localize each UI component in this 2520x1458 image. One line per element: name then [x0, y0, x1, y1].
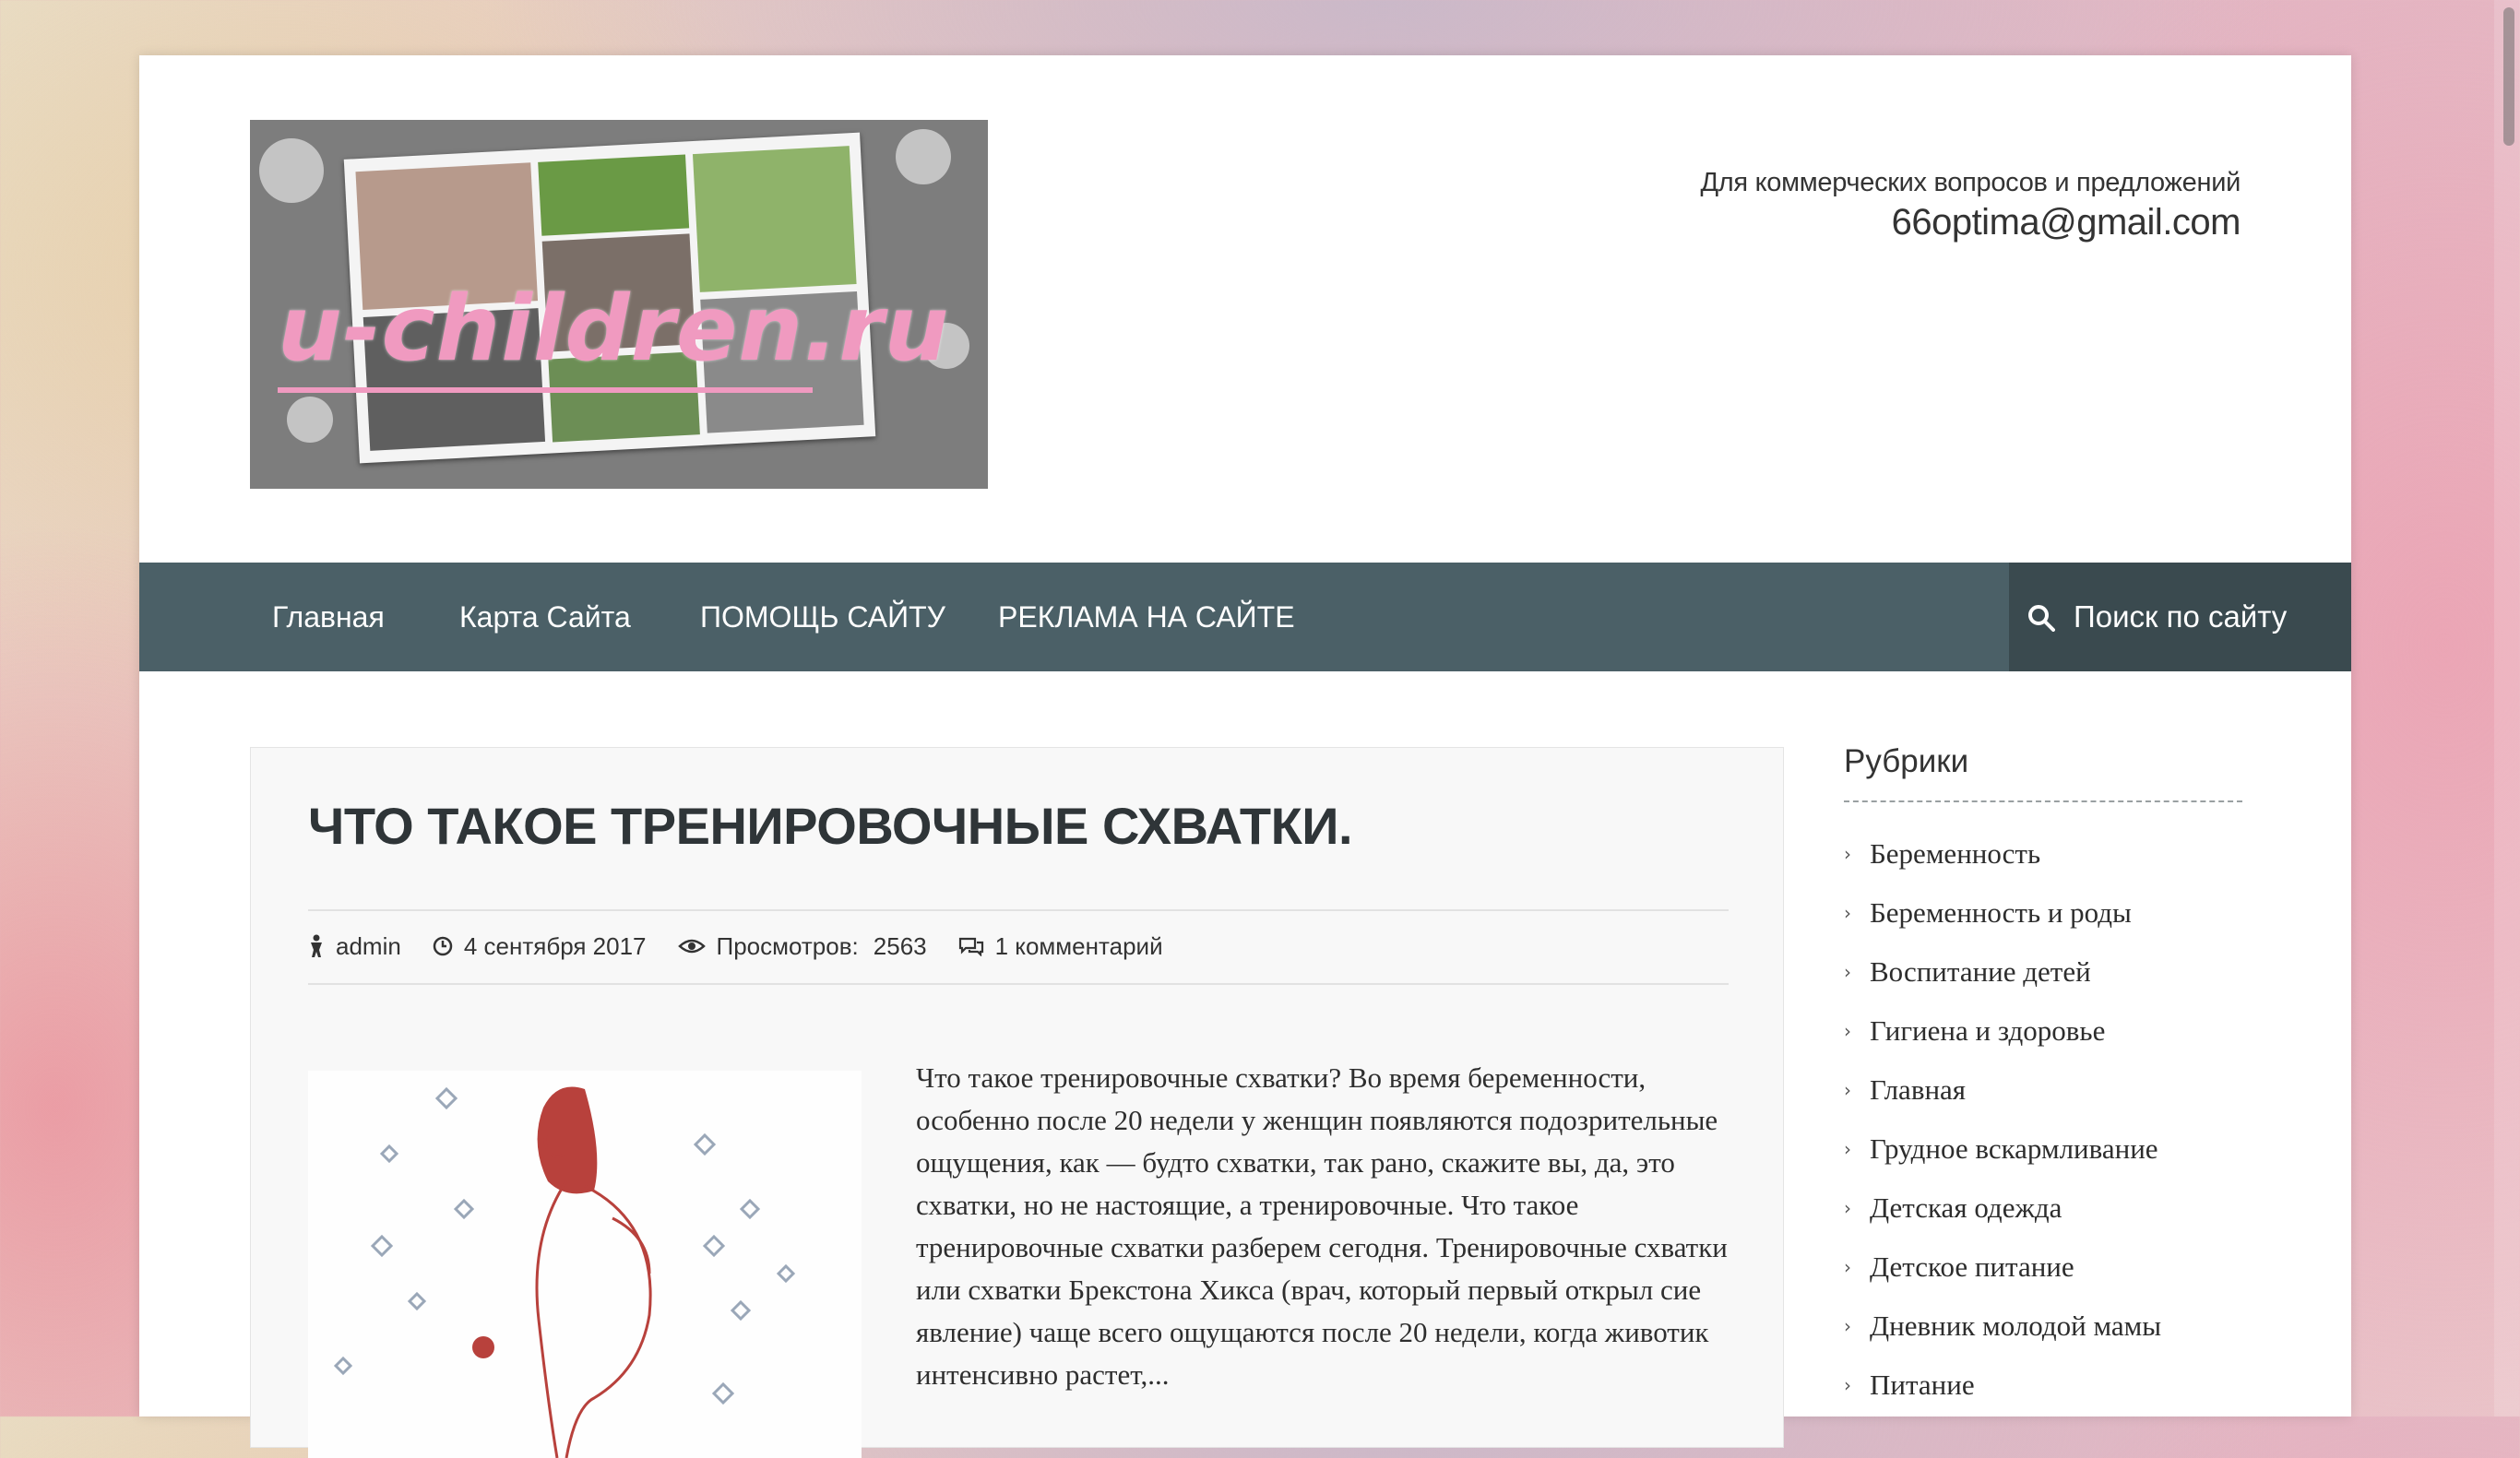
chevron-right-icon: ›: [1844, 1315, 1851, 1337]
scrollbar-thumb[interactable]: [2503, 7, 2514, 146]
category-item[interactable]: › Беременность: [1844, 824, 2242, 883]
nav-item-sitemap[interactable]: Карта Сайта: [459, 563, 631, 671]
views-label: Просмотров:: [716, 931, 859, 960]
logo-underline: [278, 387, 813, 393]
site-logo[interactable]: u-children.ru: [250, 120, 988, 489]
page-container: u-children.ru Для коммерческих вопросов …: [139, 55, 2351, 1458]
nav-item-help[interactable]: ПОМОЩЬ САЙТУ: [700, 563, 945, 671]
meta-divider-top: [308, 909, 1729, 911]
comments-count: 1 комментарий: [994, 931, 1163, 960]
contact-label: Для коммерческих вопросов и предложений: [1700, 168, 2241, 197]
chevron-right-icon: ›: [1844, 1374, 1851, 1396]
eye-icon: [677, 939, 706, 954]
user-icon: [311, 934, 322, 957]
sidebar-categories: Рубрики › Беременность › Беременность и ро…: [1844, 743, 2242, 1415]
category-item[interactable]: › Детская одежда: [1844, 1179, 2242, 1238]
chevron-right-icon: ›: [1844, 1079, 1851, 1101]
chevron-right-icon: ›: [1844, 1197, 1851, 1219]
category-label: Детское питание: [1870, 1251, 2074, 1283]
pregnant-woman-illustration: [333, 1086, 796, 1458]
category-item[interactable]: › Питание: [1844, 1356, 2242, 1415]
logo-bokeh: [287, 397, 333, 443]
article-excerpt: Что такое тренировочные схватки? Во врем…: [916, 1061, 1728, 1391]
category-item[interactable]: › Дневник молодой мамы: [1844, 1297, 2242, 1356]
author-name: admin: [336, 931, 401, 960]
category-label: Гигиена и здоровье: [1870, 1014, 2106, 1047]
logo-bokeh: [259, 138, 324, 203]
chevron-right-icon: ›: [1844, 1020, 1851, 1042]
category-item[interactable]: › Главная: [1844, 1061, 2242, 1120]
sidebar-title: Рубрики: [1844, 743, 1969, 779]
search-label: Поиск по сайту: [2074, 599, 2288, 634]
article-meta: admin 4 сентября 2017 Просмотров: 2563 1…: [308, 928, 1195, 965]
views-count: 2563: [873, 931, 927, 960]
comments-icon: [958, 937, 983, 956]
nav-search-button[interactable]: Поиск по сайту: [2009, 563, 2351, 671]
article-title[interactable]: ЧТО ТАКОЕ ТРЕНИРОВОЧНЫЕ СХВАТКИ.: [308, 796, 1353, 856]
category-label: Питание: [1870, 1369, 1975, 1401]
category-item[interactable]: › Воспитание детей: [1844, 942, 2242, 1002]
page-scrollbar[interactable]: [2494, 0, 2520, 1417]
header-contact: Для коммерческих вопросов и предложений …: [1700, 168, 2241, 243]
category-item[interactable]: › Грудное вскармливание: [1844, 1120, 2242, 1179]
logo-text: u-children.ru: [278, 277, 950, 382]
category-label: Детская одежда: [1870, 1191, 2062, 1224]
nav-item-advertising[interactable]: РЕКЛАМА НА САЙТЕ: [998, 563, 1295, 671]
chevron-right-icon: ›: [1844, 843, 1851, 865]
category-label: Беременность: [1870, 837, 2041, 870]
meta-author[interactable]: admin: [308, 932, 401, 961]
meta-comments[interactable]: 1 комментарий: [958, 932, 1163, 961]
category-label: Беременность и роды: [1870, 896, 2132, 929]
clock-icon: [433, 936, 453, 956]
article-card: ЧТО ТАКОЕ ТРЕНИРОВОЧНЫЕ СХВАТКИ. admin 4…: [250, 747, 1784, 1458]
category-label: Грудное вскармливание: [1870, 1132, 2158, 1165]
chevron-right-icon: ›: [1844, 1256, 1851, 1278]
category-item[interactable]: › Беременность и роды: [1844, 883, 2242, 942]
chevron-right-icon: ›: [1844, 961, 1851, 983]
logo-photo: [692, 146, 857, 292]
logo-photo: [538, 154, 690, 236]
nav-item-home[interactable]: Главная: [272, 563, 385, 671]
category-item[interactable]: › Гигиена и здоровье: [1844, 1002, 2242, 1061]
category-label: Главная: [1870, 1073, 1967, 1106]
meta-views: Просмотров: 2563: [677, 931, 927, 961]
date-text: 4 сентября 2017: [463, 931, 647, 960]
chevron-right-icon: ›: [1844, 902, 1851, 924]
category-label: Дневник молодой мамы: [1870, 1310, 2162, 1342]
category-list: › Беременность › Беременность и роды › Восп…: [1844, 824, 2242, 1415]
category-label: Воспитание детей: [1870, 955, 2091, 988]
contact-email[interactable]: 66optima@gmail.com: [1700, 202, 2241, 243]
chevron-right-icon: ›: [1844, 1138, 1851, 1160]
category-item[interactable]: › Детское питание: [1844, 1238, 2242, 1297]
meta-date: 4 сентября 2017: [433, 932, 647, 961]
search-icon: [2028, 605, 2055, 632]
sidebar-separator: [1844, 800, 2242, 802]
article-thumbnail[interactable]: [308, 1071, 862, 1458]
meta-divider-bottom: [308, 983, 1729, 985]
logo-bokeh: [896, 129, 951, 184]
main-navigation: Главная Карта Сайта ПОМОЩЬ САЙТУ РЕКЛАМА…: [139, 563, 2351, 671]
